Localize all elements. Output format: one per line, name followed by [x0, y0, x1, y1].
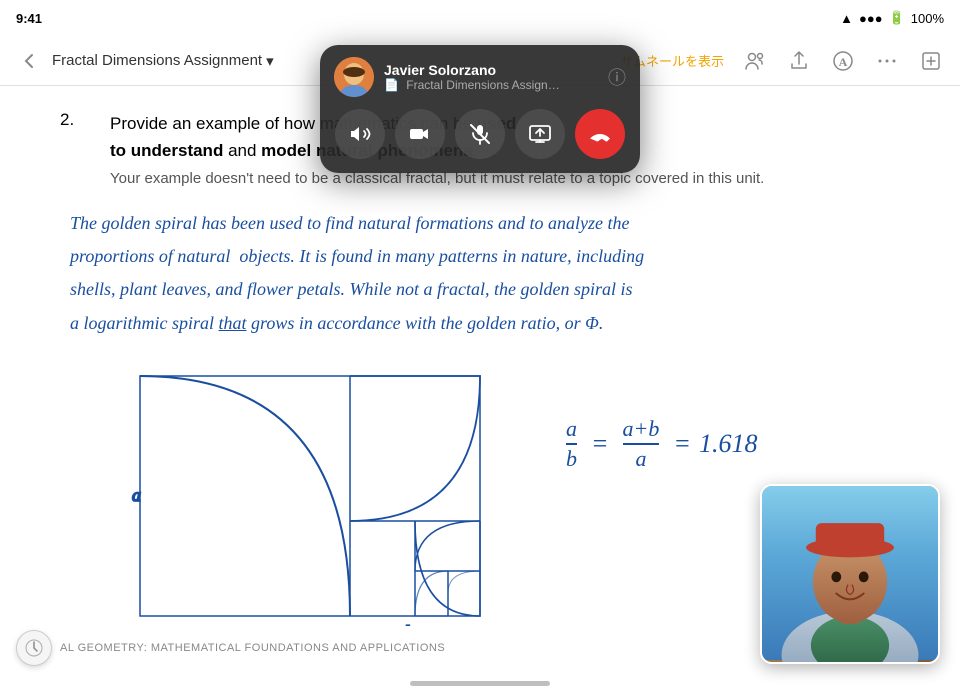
wifi-icon: ▲: [840, 11, 853, 26]
pen-tool[interactable]: [16, 630, 52, 666]
formula-equals-2: =: [673, 429, 691, 459]
person-silhouette: [762, 486, 938, 662]
info-icon[interactable]: ⓘ: [608, 64, 626, 90]
formula-display: a b = a+b a = 1.618: [560, 416, 757, 472]
battery-icon: 🔋: [889, 10, 905, 26]
video-button[interactable]: [395, 109, 445, 159]
document-title[interactable]: Fractal Dimensions Assignment ▾: [52, 52, 274, 70]
golden-spiral-svg: a a b: [120, 366, 510, 626]
status-bar: 9:41 ▲ ●●● 🔋 100%: [0, 0, 960, 36]
home-indicator: [410, 681, 550, 686]
toolbar-right: サムネールを表示 A: [620, 48, 944, 74]
formula-equals-1: =: [591, 429, 609, 459]
markup-icon[interactable]: A: [830, 48, 856, 74]
dropdown-icon: ▾: [266, 52, 274, 70]
collapse-icon[interactable]: [16, 48, 42, 74]
facetime-controls: [334, 109, 626, 159]
handwritten-answer: The golden spiral has been used to find …: [60, 207, 900, 340]
mute-button[interactable]: [455, 109, 505, 159]
facetime-overlay: Javier Solorzano 📄 Fractal Dimensions As…: [320, 45, 640, 173]
content-area: 2. Provide an example of how mathematics…: [0, 86, 960, 694]
speaker-button[interactable]: [335, 109, 385, 159]
question-number: 2.: [60, 110, 90, 191]
svg-text:b: b: [405, 622, 414, 626]
formula-value: 1.618: [699, 429, 758, 459]
camera-feed: [760, 484, 940, 664]
golden-ratio-formula: a b = a+b a = 1.618: [560, 416, 757, 472]
formula-a-over-b: a b: [566, 416, 577, 472]
people-icon[interactable]: [742, 48, 768, 74]
end-call-button[interactable]: [575, 109, 625, 159]
caller-doc: 📄 Fractal Dimensions Assignme...: [384, 78, 564, 92]
toolbar-left: Fractal Dimensions Assignment ▾: [16, 48, 274, 74]
svg-text:a: a: [238, 622, 247, 626]
battery-percent: 100%: [911, 11, 944, 26]
svg-text:A: A: [839, 55, 848, 69]
status-time: 9:41: [16, 11, 42, 26]
edit-icon[interactable]: [918, 48, 944, 74]
golden-spiral-drawing: a a b: [120, 366, 510, 626]
more-icon[interactable]: [874, 48, 900, 74]
caller-name: Javier Solorzano: [384, 62, 598, 78]
facetime-info: Javier Solorzano 📄 Fractal Dimensions As…: [384, 62, 598, 92]
formula-a-plus-b-over-a: a+b a: [623, 416, 660, 472]
svg-text:a: a: [132, 485, 141, 505]
avatar-image: [334, 57, 374, 97]
camera-person-view: [762, 486, 938, 662]
screen-share-button[interactable]: [515, 109, 565, 159]
status-icons: ▲ ●●● 🔋 100%: [840, 10, 944, 26]
handwritten-text: The golden spiral has been used to find …: [70, 207, 890, 340]
share-icon[interactable]: [786, 48, 812, 74]
facetime-header: Javier Solorzano 📄 Fractal Dimensions As…: [334, 57, 626, 97]
signal-icon: ●●●: [859, 11, 883, 26]
facetime-avatar: [334, 57, 374, 97]
document-label: AL GEOMETRY: MATHEMATICAL FOUNDATIONS AN…: [60, 642, 445, 654]
